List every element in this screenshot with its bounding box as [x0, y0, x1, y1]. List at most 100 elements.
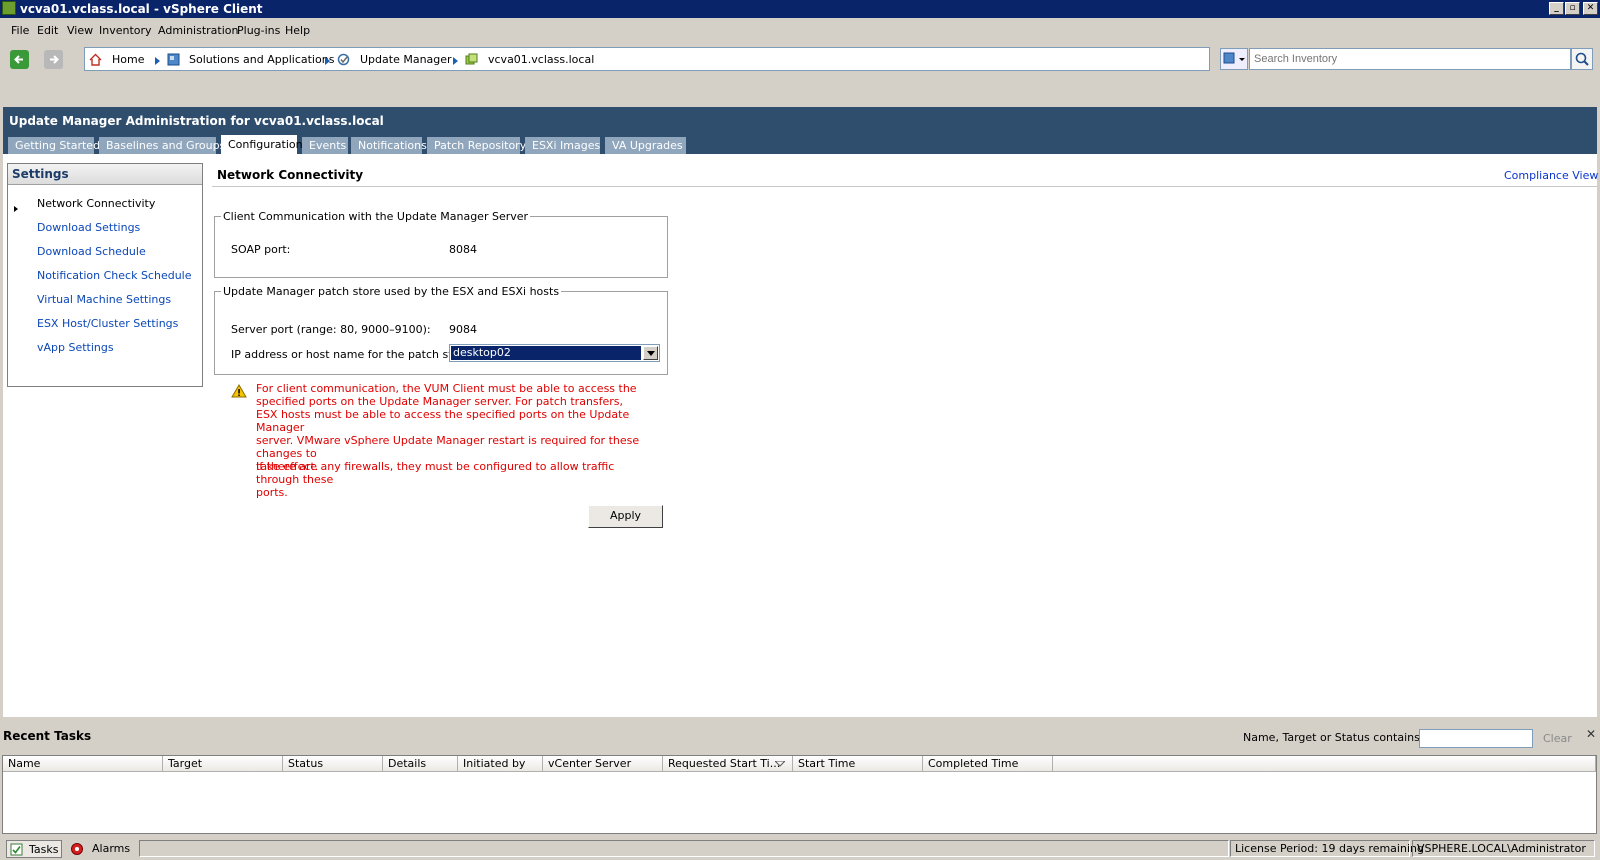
- settings-item-vapp-settings[interactable]: vApp Settings: [37, 341, 114, 354]
- window-title: vcva01.vclass.local - vSphere Client: [20, 2, 263, 16]
- column-completed-time[interactable]: Completed Time: [923, 756, 1053, 772]
- column-requested-start-time[interactable]: Requested Start Ti...: [663, 756, 793, 772]
- settings-header: Settings: [8, 164, 202, 185]
- tasks-toggle-button[interactable]: Tasks: [6, 840, 62, 858]
- warning-line: ESX hosts must be able to access the spe…: [256, 408, 630, 434]
- tab-va-upgrades[interactable]: VA Upgrades: [605, 137, 687, 154]
- clear-filter-button[interactable]: Clear: [1543, 732, 1572, 745]
- breadcrumb-update-manager[interactable]: Update Manager: [360, 53, 452, 66]
- menu-view[interactable]: View: [67, 24, 93, 37]
- back-button[interactable]: [10, 50, 29, 69]
- settings-item-network-connectivity[interactable]: Network Connectivity: [37, 197, 155, 210]
- warning-line: server. VMware vSphere Update Manager re…: [256, 434, 640, 460]
- column-name[interactable]: Name: [3, 756, 163, 772]
- update-manager-icon: [337, 53, 350, 66]
- maximize-button[interactable]: ▫: [1565, 2, 1580, 15]
- home-icon: [89, 53, 102, 66]
- column-vcenter-server[interactable]: vCenter Server: [543, 756, 663, 772]
- forward-arrow-icon: [50, 55, 59, 64]
- tab-patch-repository[interactable]: Patch Repository: [427, 137, 526, 154]
- tab-getting-started[interactable]: Getting Started: [8, 137, 100, 154]
- close-window-button[interactable]: ✕: [1583, 2, 1598, 15]
- recent-tasks-title: Recent Tasks: [3, 729, 92, 743]
- compliance-view-link[interactable]: Compliance View: [1504, 169, 1598, 182]
- title-divider: [212, 186, 1597, 187]
- task-filter-input[interactable]: [1419, 729, 1533, 748]
- menu-administration[interactable]: Administration: [158, 24, 239, 37]
- breadcrumb-arrow-icon: [325, 57, 330, 65]
- inventory-scope-icon: [1223, 52, 1245, 64]
- forward-button[interactable]: [44, 50, 63, 69]
- current-item-marker-icon: [14, 206, 18, 212]
- settings-item-virtual-machine-settings[interactable]: Virtual Machine Settings: [37, 293, 171, 306]
- tab-baselines-and-groups[interactable]: Baselines and Groups: [99, 137, 225, 154]
- breadcrumb-solutions[interactable]: Solutions and Applications: [189, 53, 334, 66]
- search-icon: [1575, 52, 1589, 66]
- column-initiated-by[interactable]: Initiated by: [458, 756, 543, 772]
- warning-line: For client communication, the VUM Client…: [256, 382, 637, 395]
- page-title: Network Connectivity: [217, 168, 364, 182]
- search-scope-dropdown[interactable]: [1220, 48, 1248, 70]
- vsphere-app-icon: [2, 1, 16, 15]
- patch-store-host-value: desktop02: [451, 346, 641, 360]
- settings-item-download-schedule[interactable]: Download Schedule: [37, 245, 146, 258]
- apply-button[interactable]: Apply: [588, 505, 663, 528]
- breadcrumb-arrow-icon: [453, 57, 458, 65]
- title-bar: vcva01.vclass.local - vSphere Client _ ▫…: [0, 0, 1600, 18]
- back-arrow-icon: [14, 55, 23, 64]
- soap-port-value: 8084: [449, 243, 477, 256]
- license-status: License Period: 19 days remaining: [1230, 840, 1424, 857]
- client-communication-legend: Client Communication with the Update Man…: [223, 210, 529, 223]
- tasks-label: Tasks: [29, 843, 59, 856]
- server-port-label: Server port (range: 80, 9000–9100):: [231, 323, 431, 336]
- minimize-button[interactable]: _: [1549, 2, 1564, 15]
- menu-inventory[interactable]: Inventory: [99, 24, 152, 37]
- column-target[interactable]: Target: [163, 756, 283, 772]
- settings-item-esx-host-cluster-settings[interactable]: ESX Host/Cluster Settings: [37, 317, 178, 330]
- menu-edit[interactable]: Edit: [37, 24, 58, 37]
- alarms-toggle-button[interactable]: Alarms: [70, 840, 130, 858]
- admin-title: Update Manager Administration for vcva01…: [9, 114, 384, 128]
- breadcrumb: Home Solutions and Applications Update M…: [84, 47, 1210, 71]
- chevron-down-icon[interactable]: [643, 346, 658, 360]
- breadcrumb-server[interactable]: vcva01.vclass.local: [488, 53, 594, 66]
- server-port-value: 9084: [449, 323, 477, 336]
- patch-store-legend: Update Manager patch store used by the E…: [223, 285, 560, 298]
- vcenter-server-icon: [465, 53, 478, 65]
- settings-item-download-settings[interactable]: Download Settings: [37, 221, 140, 234]
- menu-file[interactable]: File: [11, 24, 29, 37]
- menu-bar: File Edit View Inventory Administration …: [0, 21, 1600, 40]
- sort-descending-icon: [775, 761, 785, 767]
- firewall-line: If there are any firewalls, they must be…: [256, 460, 615, 486]
- column-status[interactable]: Status: [283, 756, 383, 772]
- firewall-message: If there are any firewalls, they must be…: [256, 460, 656, 499]
- alarms-label: Alarms: [92, 842, 131, 855]
- search-input[interactable]: [1249, 48, 1571, 70]
- column-start-time[interactable]: Start Time: [793, 756, 923, 772]
- tab-notifications[interactable]: Notifications: [351, 137, 427, 154]
- solutions-icon: [167, 53, 180, 66]
- status-bar: Tasks Alarms License Period: 19 days rem…: [0, 838, 1600, 860]
- tab-events[interactable]: Events: [302, 137, 349, 154]
- logged-in-user: VSPHERE.LOCAL\Administrator: [1412, 840, 1595, 857]
- menu-plugins[interactable]: Plug-ins: [237, 24, 280, 37]
- settings-item-notification-check-schedule[interactable]: Notification Check Schedule: [37, 269, 192, 282]
- breadcrumb-home[interactable]: Home: [112, 53, 144, 66]
- column-filler: [1053, 756, 1596, 772]
- soap-port-label: SOAP port:: [231, 243, 291, 256]
- tasks-icon: [10, 843, 23, 856]
- patch-store-host-select[interactable]: desktop02: [449, 344, 660, 362]
- warning-icon: [231, 384, 247, 398]
- search-button[interactable]: [1571, 48, 1593, 70]
- task-filter-dropdown[interactable]: Name, Target or Status contains: ▾: [1243, 731, 1433, 744]
- alarm-icon: [71, 843, 83, 855]
- menu-help[interactable]: Help: [285, 24, 310, 37]
- column-details[interactable]: Details: [383, 756, 458, 772]
- firewall-line: ports.: [256, 486, 288, 499]
- tab-configuration[interactable]: Configuration: [221, 135, 303, 154]
- breadcrumb-arrow-icon: [155, 57, 160, 65]
- tab-esxi-images[interactable]: ESXi Images: [525, 137, 601, 154]
- status-message-area: [139, 840, 1229, 857]
- close-tasks-icon[interactable]: ✕: [1586, 727, 1596, 741]
- main-panel: [3, 107, 1597, 717]
